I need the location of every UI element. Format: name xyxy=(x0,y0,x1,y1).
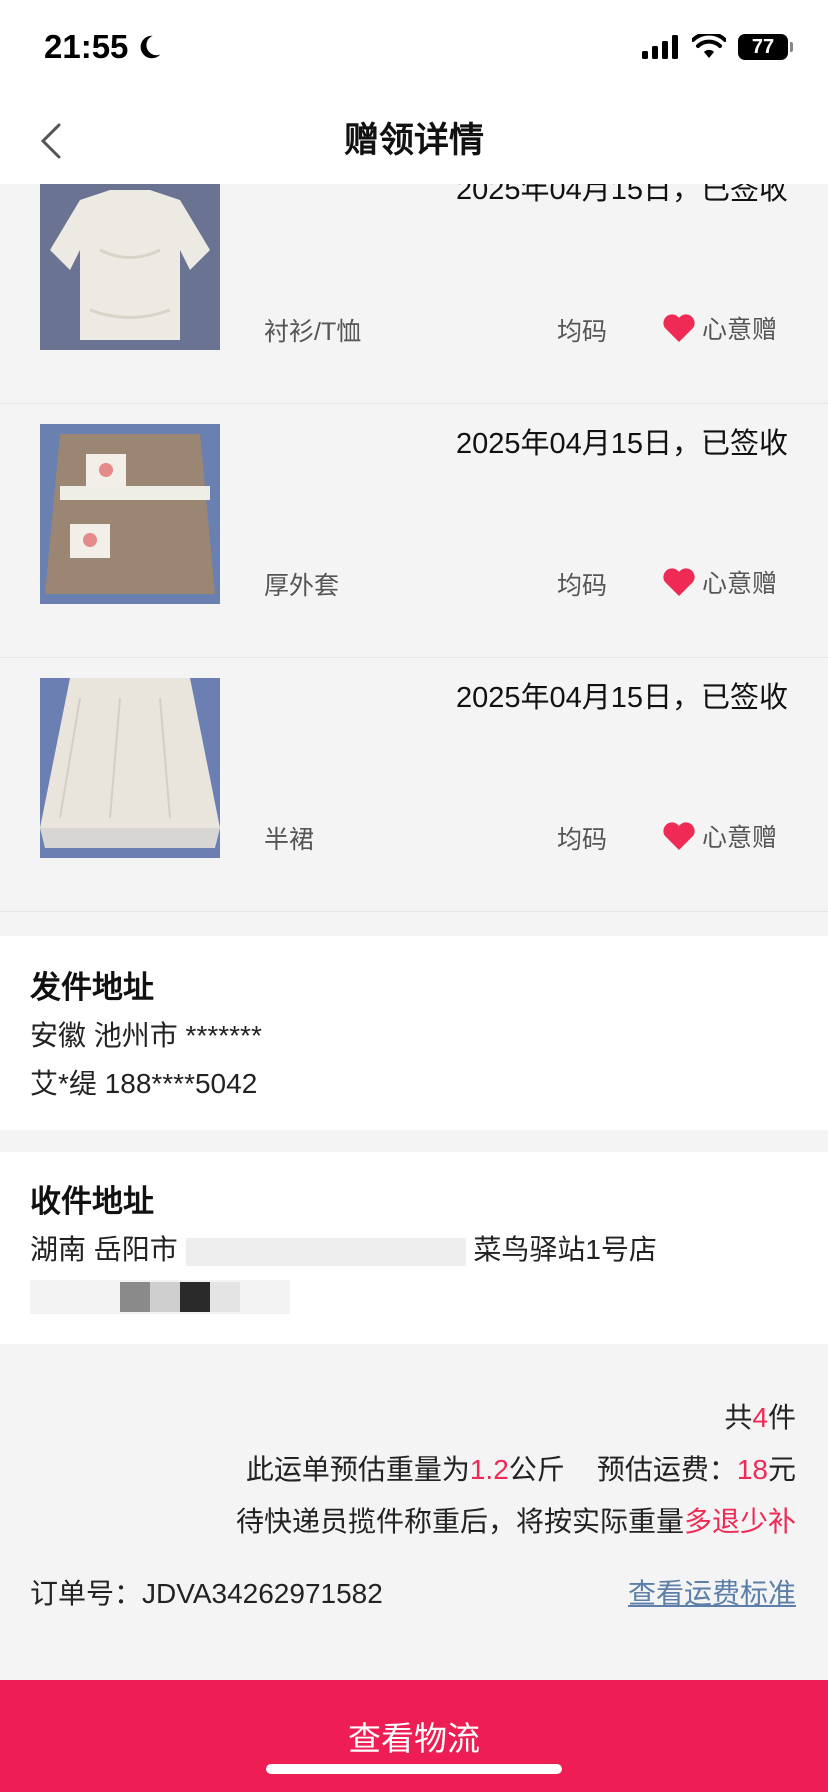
shipping-summary: 共4件 此运单预估重量为1.2公斤 预估运费：18元 待快递员揽件称重后，将按实际… xyxy=(0,1344,828,1680)
item-count: 共4件 xyxy=(724,1396,796,1436)
item-category: 厚外套 xyxy=(264,572,340,600)
order-number: 订单号：JDVA34262971582 xyxy=(30,1572,383,1612)
item-photo xyxy=(40,678,220,858)
nav-bar: 赠领详情 xyxy=(0,100,828,184)
heart-icon xyxy=(663,568,695,596)
redacted-pixel xyxy=(120,1282,150,1312)
coat-image xyxy=(40,424,220,604)
skirt-image xyxy=(40,678,220,858)
wifi-icon xyxy=(692,34,726,58)
status-bar: 21:55 77 xyxy=(0,0,828,100)
item-date: 2025年04月15日，已签收 xyxy=(455,184,788,206)
item-tag-label: 心意赠 xyxy=(702,316,778,344)
list-item[interactable]: 2025年04月15日，已签收 半裙 均码 心意赠 xyxy=(0,658,828,912)
item-date: 2025年04月15日，已签收 xyxy=(455,682,788,714)
item-date: 2025年04月15日，已签收 xyxy=(455,428,788,460)
heart-icon xyxy=(663,822,695,850)
item-tag-label: 心意赠 xyxy=(702,570,778,598)
item-tag-label: 心意赠 xyxy=(702,824,778,852)
fee-value: 18 xyxy=(736,1454,768,1485)
item-photo xyxy=(40,424,220,604)
view-logistics-button[interactable]: 查看物流 xyxy=(0,1680,828,1792)
moon-icon xyxy=(141,35,161,59)
heart-icon xyxy=(663,314,695,342)
items-list: 2025年04月15日，已签收 衬衫/T恤 均码 心意赠 2025年04月15日… xyxy=(0,184,828,936)
item-size: 均码 xyxy=(557,318,608,346)
weight-fee-line: 此运单预估重量为1.2公斤 预估运费：18元 xyxy=(246,1448,796,1488)
item-size: 均码 xyxy=(557,826,608,854)
list-item[interactable]: 2025年04月15日，已签收 衬衫/T恤 均码 心意赠 xyxy=(0,184,828,404)
redacted-block xyxy=(185,1237,466,1266)
receiver-address-end: 菜鸟驿站1号店 xyxy=(465,1234,657,1265)
note-highlight: 多退少补 xyxy=(683,1506,796,1537)
count-value: 4 xyxy=(752,1402,768,1433)
item-photo xyxy=(40,184,220,350)
note-prefix: 待快递员揽件称重后，将按实际重量 xyxy=(235,1506,684,1537)
order-label: 订单号： xyxy=(30,1578,143,1609)
page-title: 赠领详情 xyxy=(343,121,484,160)
sender-contact: 艾*缇 188****5042 xyxy=(30,1068,258,1099)
item-category: 衬衫/T恤 xyxy=(264,318,362,346)
redacted-pixel xyxy=(180,1282,210,1312)
shirt-image xyxy=(40,184,220,350)
weight-prefix: 此运单预估重量为 xyxy=(245,1454,470,1485)
list-item[interactable]: 2025年04月15日，已签收 厚外套 均码 心意赠 xyxy=(0,404,828,658)
receiver-address: 湖南 岳阳市 菜鸟驿站1号店 xyxy=(30,1228,657,1268)
item-tag: 心意赠 xyxy=(662,310,777,346)
item-size: 均码 xyxy=(557,572,608,600)
order-value: JDVA34262971582 xyxy=(142,1578,383,1609)
home-indicator xyxy=(266,1764,562,1774)
signal-icon xyxy=(642,35,678,59)
fee-prefix: 预估运费： xyxy=(596,1454,737,1485)
fee-unit: 元 xyxy=(767,1454,796,1485)
status-time: 21:55 xyxy=(44,28,164,66)
weight-unit: 公斤 xyxy=(508,1454,565,1485)
status-icons: 77 xyxy=(642,34,793,60)
sender-address: 安徽 池州市 ******* xyxy=(30,1020,262,1051)
weight-note: 待快递员揽件称重后，将按实际重量多退少补 xyxy=(236,1500,796,1540)
count-suffix: 件 xyxy=(767,1402,796,1433)
weight-value: 1.2 xyxy=(469,1454,509,1485)
sender-title: 发件地址 xyxy=(30,970,154,1005)
battery-level: 77 xyxy=(751,35,775,58)
sender-card: 发件地址 安徽 池州市 ******* 艾*缇 188****5042 xyxy=(0,936,828,1130)
item-tag: 心意赠 xyxy=(662,564,777,600)
redacted-pixel xyxy=(210,1282,240,1312)
fee-standard-link[interactable]: 查看运费标准 xyxy=(628,1572,796,1612)
item-tag: 心意赠 xyxy=(662,818,777,854)
clock-text: 21:55 xyxy=(44,28,129,65)
battery-icon: 77 xyxy=(738,34,793,60)
count-prefix: 共 xyxy=(724,1402,753,1433)
receiver-address-start: 湖南 岳阳市 xyxy=(30,1234,186,1265)
item-category: 半裙 xyxy=(264,826,315,854)
receiver-title: 收件地址 xyxy=(30,1184,154,1219)
redacted-pixel xyxy=(150,1282,180,1312)
receiver-card: 收件地址 湖南 岳阳市 菜鸟驿站1号店 xyxy=(0,1152,828,1344)
